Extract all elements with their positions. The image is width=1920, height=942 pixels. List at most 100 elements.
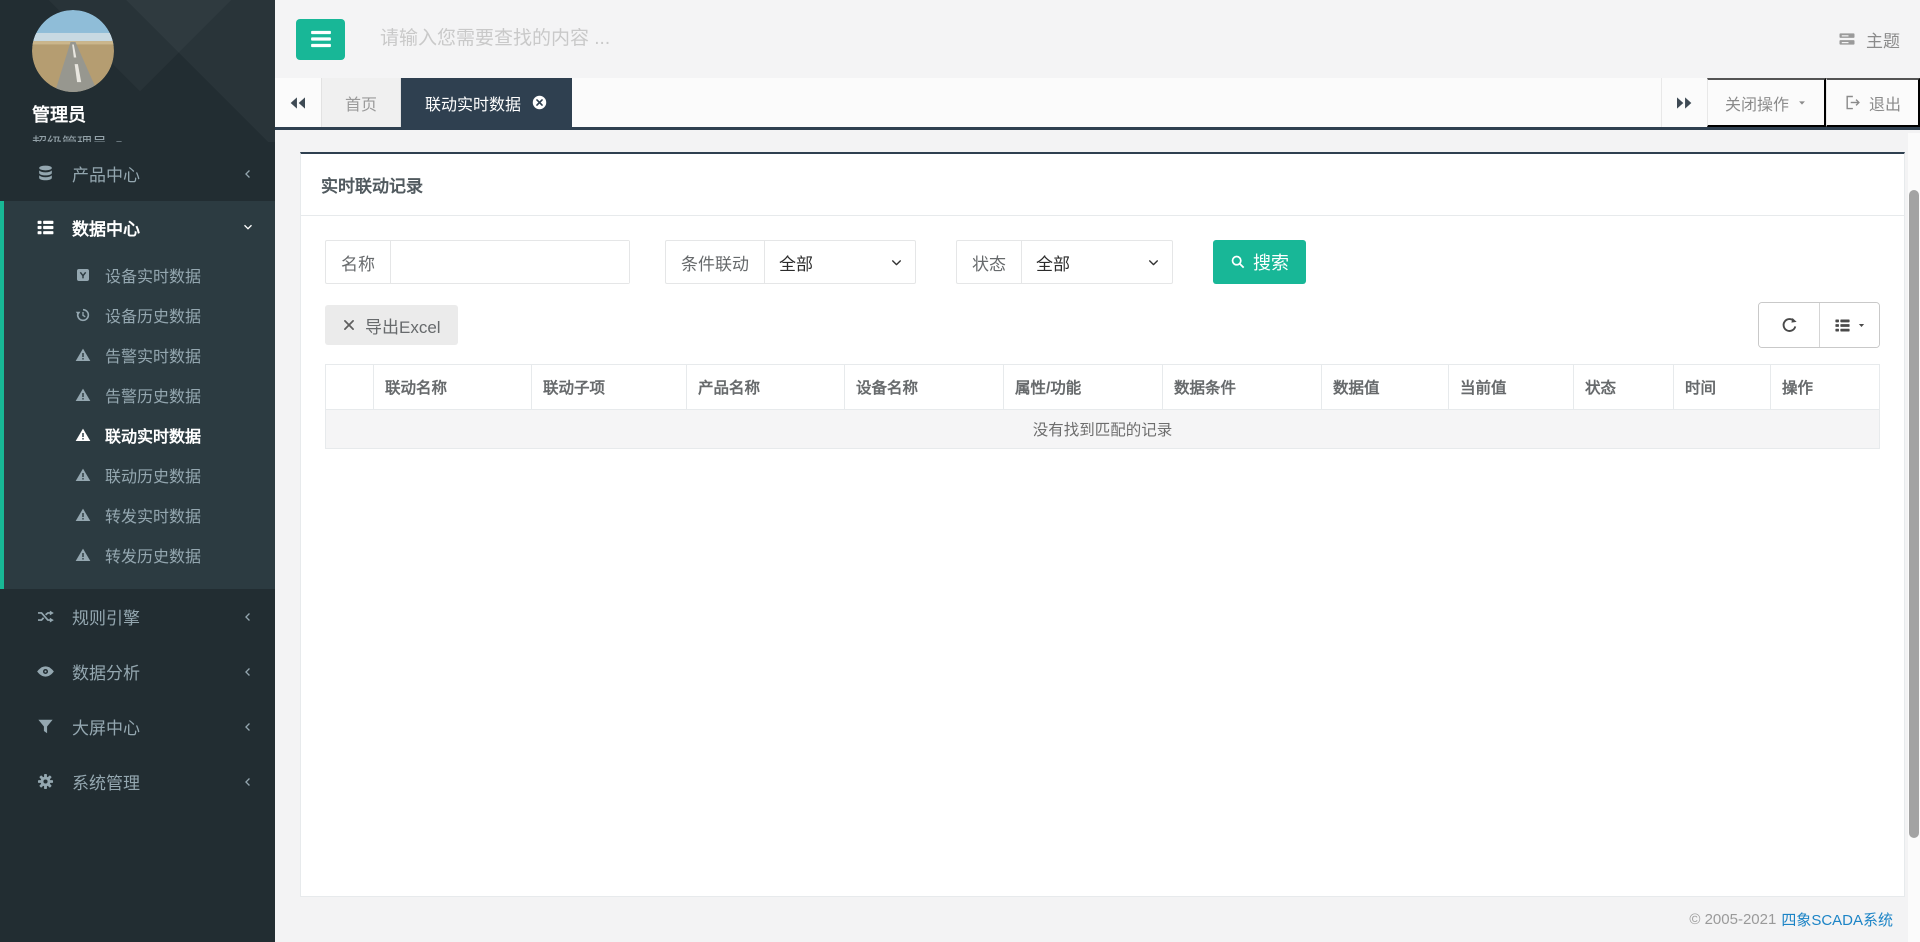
sign-out-icon [1846,95,1860,110]
sidebar-subitem-告警历史数据[interactable]: 告警历史数据 [4,375,275,415]
refresh-button[interactable] [1759,303,1819,347]
scrollbar-thumb[interactable] [1909,190,1919,838]
sidebar-subitem-设备历史数据[interactable]: 设备历史数据 [4,295,275,335]
sidebar-subitem-告警实时数据[interactable]: 告警实时数据 [4,335,275,375]
warning-icon [73,467,93,483]
hamburger-icon [310,30,331,48]
status-select[interactable]: 全部 [1022,241,1172,283]
sidebar-item-大屏中心[interactable]: 大屏中心 [0,699,275,754]
user-role-dropdown[interactable]: 超级管理员 [32,132,275,142]
chevron-left-icon [241,720,255,734]
toolbar-row: 导出Excel [325,302,1880,348]
sidebar-section: 数据分析 [0,644,275,699]
caret-down-icon [1858,323,1864,327]
tabs-scroll-right-button[interactable] [1660,78,1707,127]
sidebar-subitem-转发历史数据[interactable]: 转发历史数据 [4,535,275,575]
column-header-联动名称: 联动名称 [373,364,532,410]
linkage-filter-label: 条件联动 [666,241,765,283]
warning-icon [73,387,93,403]
sidebar-item-系统管理[interactable]: 系统管理 [0,754,275,809]
shuffle-icon [33,607,57,626]
sidebar-item-规则引擎[interactable]: 规则引擎 [0,589,275,644]
brand-link[interactable]: 四象SCADA系统 [1781,909,1893,930]
filter-icon [33,717,57,736]
sidebar-subitem-联动历史数据[interactable]: 联动历史数据 [4,455,275,495]
sidebar-subitem-label: 设备实时数据 [105,269,202,286]
linkage-select[interactable]: 全部 [765,241,915,283]
export-excel-button[interactable]: 导出Excel [325,305,458,345]
chevron-left-icon [241,665,255,679]
sidebar-subitem-label: 转发实时数据 [105,509,202,526]
records-table: 联动名称 联动子项 产品名称 设备名称 属性/功能 数据条件 数据值 当前值 状态 时间 操作 没有… [325,364,1880,449]
warning-icon [73,507,93,523]
sidebar-item-数据分析[interactable]: 数据分析 [0,644,275,699]
chevron-down-icon [1149,259,1158,265]
caret-down-icon [116,140,122,142]
sidebar-item-label: 系统管理 [72,774,140,793]
sidebar-item-label: 数据中心 [72,219,140,239]
history-icon [73,307,93,323]
theme-icon [1839,33,1855,45]
chevron-down-icon [241,220,255,234]
user-role-label: 超级管理员 [32,132,107,142]
sidebar: 管理员 超级管理员 产品中心数据中心设备实时数据设备历史数据告警实时数据告警历史… [0,0,275,942]
column-header-产品名称: 产品名称 [686,364,845,410]
x-icon [344,320,354,330]
sidebar-subitem-label: 联动实时数据 [105,429,202,446]
table-empty-row: 没有找到匹配的记录 [325,409,1880,449]
th-list-icon [1834,318,1850,332]
tabs-scroll-left-button[interactable] [275,78,321,127]
column-header-属性/功能: 属性/功能 [1003,364,1163,410]
tab-close-icon[interactable] [531,94,548,111]
columns-dropdown-button[interactable] [1819,303,1879,347]
footer: © 2005-2021 四象SCADA系统 [300,897,1905,941]
tab-联动实时数据[interactable]: 联动实时数据 [401,78,573,127]
sidebar-item-数据中心[interactable]: 数据中心 [4,201,275,253]
menu-toggle-button[interactable] [296,18,345,60]
sidebar-subitem-设备实时数据[interactable]: 设备实时数据 [4,255,275,295]
column-header-设备名称: 设备名称 [844,364,1004,410]
sidebar-menu: 产品中心数据中心设备实时数据 设备历史数据告警实时数据 告警历史数据联动实时数据 联动… [0,146,275,809]
sidebar-subitem-联动实时数据[interactable]: 联动实时数据 [4,415,275,455]
column-header-数据条件: 数据条件 [1162,364,1322,410]
logout-label: 退出 [1868,96,1901,114]
vertical-scrollbar [1908,133,1920,942]
sidebar-section: 规则引擎 [0,589,275,644]
column-header-select [325,364,374,410]
sidebar-item-label: 规则引擎 [72,609,140,628]
copyright-text: © 2005-2021 [1689,910,1777,928]
chevron-left-icon [241,610,255,624]
tab-首页[interactable]: 首页 [321,78,402,127]
status-select-value: 全部 [1036,254,1070,274]
warning-icon [73,427,93,443]
logout-button[interactable]: 退出 [1825,78,1920,127]
table-wrap: 联动名称 联动子项 产品名称 设备名称 属性/功能 数据条件 数据值 当前值 状态 时间 操作 没有… [325,364,1880,449]
sidebar-section: 大屏中心 [0,699,275,754]
sidebar-subitem-label: 联动历史数据 [105,469,202,486]
content-area: 实时联动记录 名称 条件联动 全部 状态 全部 搜索 导出Excel 联动名称 … [275,130,1920,942]
close-operations-dropdown[interactable]: 关闭操作 [1706,78,1826,127]
column-header-时间: 时间 [1673,364,1771,410]
sidebar-subitem-转发实时数据[interactable]: 转发实时数据 [4,495,275,535]
realtime-linkage-panel: 实时联动记录 名称 条件联动 全部 状态 全部 搜索 导出Excel 联动名称 … [300,152,1905,897]
sidebar-item-label: 数据分析 [72,664,140,683]
theme-button[interactable]: 主题 [1837,27,1900,52]
sidebar-subitem-label: 转发历史数据 [105,549,202,566]
linkage-select-value: 全部 [779,254,813,274]
device-data-icon [73,267,93,283]
name-filter-input[interactable] [391,241,629,283]
empty-state-text: 没有找到匹配的记录 [325,409,1880,449]
close-operations-label: 关闭操作 [1724,96,1789,114]
tabbar-spacer [572,78,1661,127]
search-button[interactable]: 搜索 [1213,240,1306,284]
gear-icon [33,772,57,791]
sidebar-section: 系统管理 [0,754,275,809]
sidebar-subitem-label: 设备历史数据 [105,309,202,326]
sidebar-item-产品中心[interactable]: 产品中心 [0,146,275,201]
search-icon [1231,255,1245,269]
global-search-input[interactable] [380,28,1837,50]
warning-icon [73,347,93,363]
avatar [32,10,114,92]
sidebar-section: 产品中心 [0,146,275,201]
panel-body: 名称 条件联动 全部 状态 全部 搜索 导出Excel 联动名称 联动子项 产品… [301,216,1904,473]
